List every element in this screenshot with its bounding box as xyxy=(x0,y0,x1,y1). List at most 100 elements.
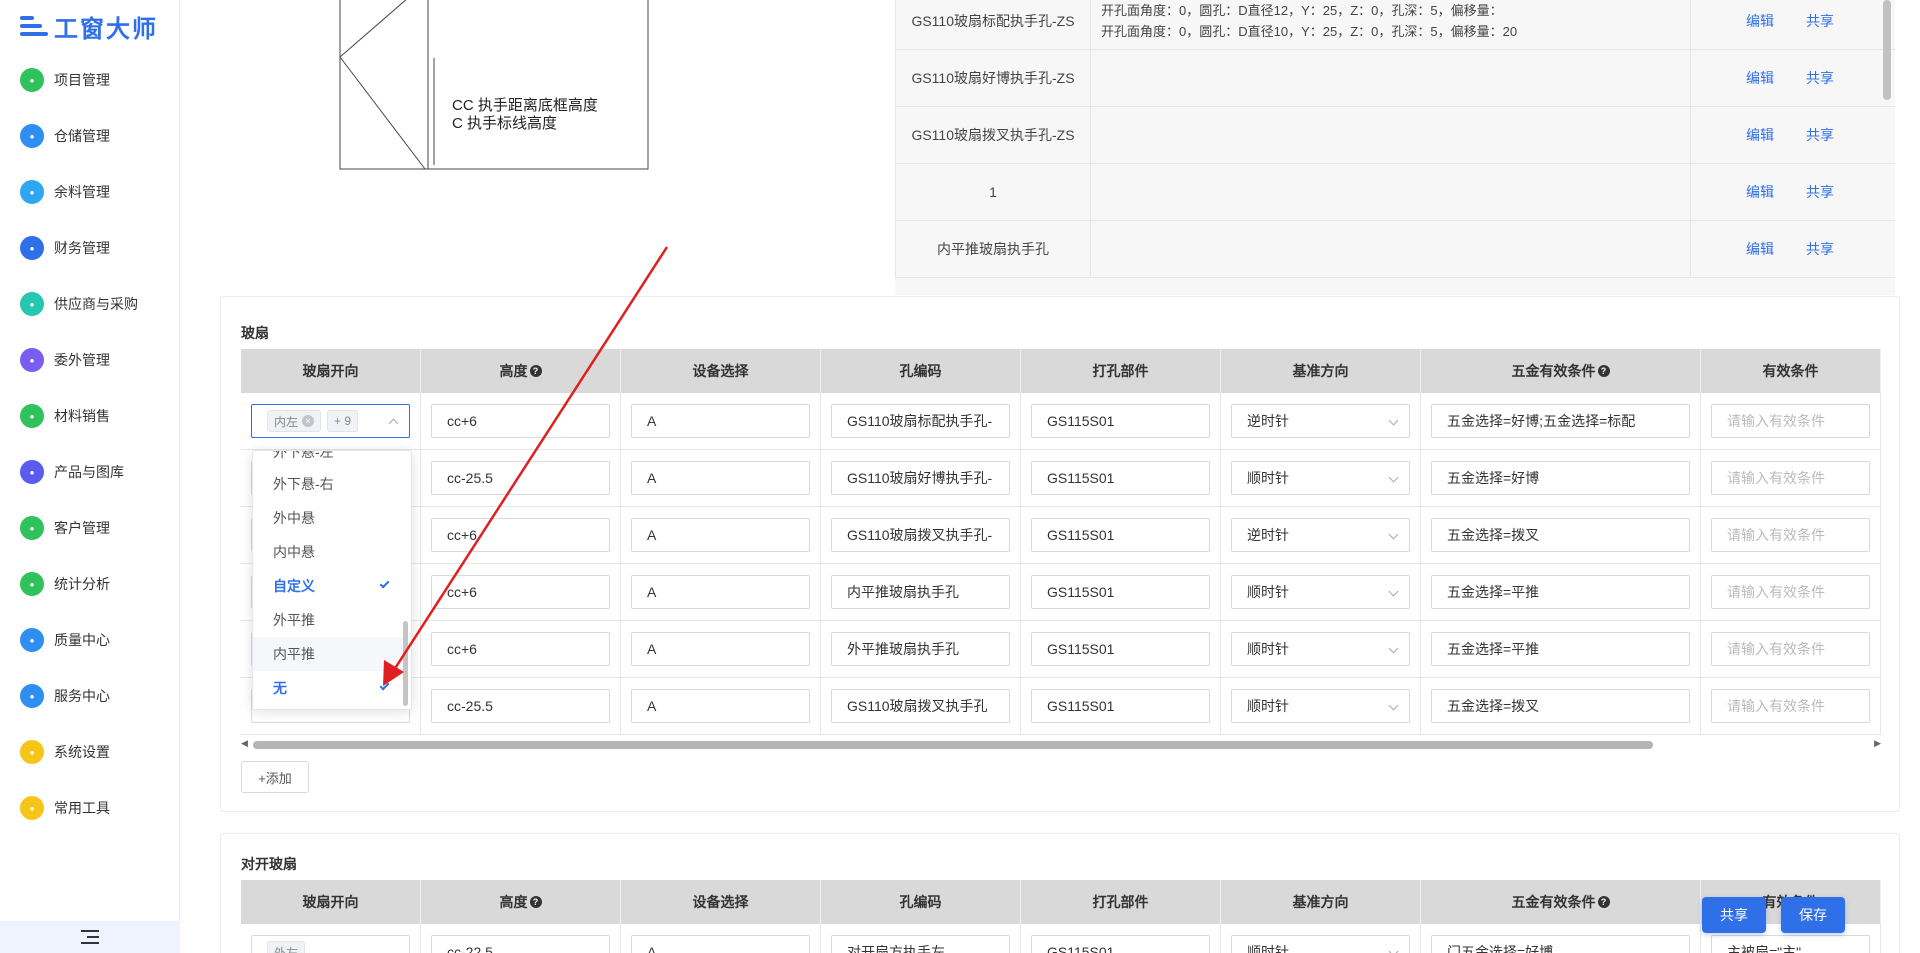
drill-part-input[interactable]: GS115S01 xyxy=(1031,404,1210,438)
save-button[interactable]: 保存 xyxy=(1781,897,1845,933)
device-input[interactable]: A xyxy=(631,689,810,723)
dropdown-option[interactable]: 无 xyxy=(253,671,403,705)
share-link[interactable]: 共享 xyxy=(1806,11,1834,31)
hole-code-input[interactable]: GS110玻扇标配执手孔- xyxy=(831,404,1010,438)
dropdown-option[interactable]: 外平推 xyxy=(253,603,403,637)
sash-direction-dropdown[interactable]: 外下悬-左 外下悬-右 外中悬 内中悬 自定义 外平推 内平推无 xyxy=(252,450,412,710)
height-input[interactable]: cc+6 xyxy=(431,518,610,552)
sidebar-item-project[interactable]: ● 项目管理 xyxy=(0,52,179,108)
hardware-condition-cell: 五金选择=平推 xyxy=(1421,564,1701,620)
valid-condition-input[interactable]: 请输入有效条件 xyxy=(1711,461,1870,495)
sidebar-item-supplier[interactable]: ● 供应商与采购 xyxy=(0,276,179,332)
height-input[interactable]: cc+6 xyxy=(431,404,610,438)
drill-part-input[interactable]: GS115S01 xyxy=(1031,461,1210,495)
sash-direction-select[interactable]: 内左 × + 9 xyxy=(251,404,410,438)
device-input[interactable]: A xyxy=(631,935,810,953)
sidebar-item-service[interactable]: ● 服务中心 xyxy=(0,668,179,724)
hardware-condition-input[interactable]: 五金选择=拨叉 xyxy=(1431,689,1690,723)
hardware-condition-input[interactable]: 五金选择=好博;五金选择=标配 xyxy=(1431,404,1690,438)
hole-code-input[interactable]: GS110玻扇拨叉执手孔- xyxy=(831,518,1010,552)
valid-condition-input[interactable]: 主被扇="主" xyxy=(1711,935,1870,953)
sidebar-item-finance[interactable]: ● 财务管理 xyxy=(0,220,179,276)
sidebar-item-outsource[interactable]: ● 委外管理 xyxy=(0,332,179,388)
valid-condition-input[interactable]: 请输入有效条件 xyxy=(1711,575,1870,609)
sidebar-item-statistics[interactable]: ● 统计分析 xyxy=(0,556,179,612)
hardware-condition-input[interactable]: 门五金选择=好博 xyxy=(1431,935,1690,953)
valid-condition-input[interactable]: 请输入有效条件 xyxy=(1711,689,1870,723)
hole-code-input[interactable]: 内平推玻扇执手孔 xyxy=(831,575,1010,609)
hardware-condition-input[interactable]: 五金选择=平推 xyxy=(1431,575,1690,609)
drill-part-input[interactable]: GS115S01 xyxy=(1031,518,1210,552)
help-icon[interactable]: ? xyxy=(529,896,542,908)
edit-link[interactable]: 编辑 xyxy=(1746,68,1774,88)
edit-link[interactable]: 编辑 xyxy=(1746,11,1774,31)
share-link[interactable]: 共享 xyxy=(1806,182,1834,202)
help-icon[interactable]: ? xyxy=(1597,896,1610,908)
dropdown-option[interactable]: 内中悬 xyxy=(253,535,403,569)
height-input[interactable]: cc-22.5 xyxy=(431,935,610,953)
edit-link[interactable]: 编辑 xyxy=(1746,239,1774,259)
table-row: GS110玻扇标配执手孔-ZS 开孔面角度：0，圆孔：D直径12，Y：25，Z：… xyxy=(895,0,1895,50)
sidebar-item-quality[interactable]: ● 质量中心 xyxy=(0,612,179,668)
drill-part-input[interactable]: GS115S01 xyxy=(1031,632,1210,666)
collapse-sidebar-button[interactable] xyxy=(0,921,180,953)
dropdown-option[interactable]: 外中悬 xyxy=(253,501,403,535)
height-input[interactable]: cc+6 xyxy=(431,575,610,609)
help-icon[interactable]: ? xyxy=(1597,365,1610,377)
drill-part-input[interactable]: GS115S01 xyxy=(1031,935,1210,953)
table-hscrollbar[interactable]: ◀ ▶ xyxy=(241,737,1881,751)
hole-code-input[interactable]: 对开扇方执手左 xyxy=(831,935,1010,953)
add-row-button[interactable]: +添加 xyxy=(241,761,309,793)
direction-select[interactable]: 顺时针 xyxy=(1231,461,1410,495)
device-input[interactable]: A xyxy=(631,518,810,552)
share-button[interactable]: 共享 xyxy=(1702,897,1766,933)
table-scrollbar[interactable] xyxy=(1883,0,1891,295)
device-input[interactable]: A xyxy=(631,404,810,438)
remove-tag-icon[interactable]: × xyxy=(302,415,315,427)
device-input[interactable]: A xyxy=(631,461,810,495)
share-link[interactable]: 共享 xyxy=(1806,239,1834,259)
height-input[interactable]: cc-25.5 xyxy=(431,689,610,723)
direction-select[interactable]: 逆时针 xyxy=(1231,518,1410,552)
share-link[interactable]: 共享 xyxy=(1806,125,1834,145)
drill-part-input[interactable]: GS115S01 xyxy=(1031,575,1210,609)
dropdown-option[interactable]: 自定义 xyxy=(253,569,403,603)
direction-select[interactable]: 顺时针 xyxy=(1231,575,1410,609)
sidebar-item-material-sale[interactable]: ● 材料销售 xyxy=(0,388,179,444)
direction-select[interactable]: 顺时针 xyxy=(1231,632,1410,666)
sidebar-item-settings[interactable]: ● 系统设置 xyxy=(0,724,179,780)
hardware-condition-input[interactable]: 五金选择=好博 xyxy=(1431,461,1690,495)
device-input[interactable]: A xyxy=(631,575,810,609)
hole-code-cell: GS110玻扇拨叉执手孔 xyxy=(821,678,1021,734)
hole-code-input[interactable]: GS110玻扇拨叉执手孔 xyxy=(831,689,1010,723)
edit-link[interactable]: 编辑 xyxy=(1746,182,1774,202)
valid-condition-input[interactable]: 请输入有效条件 xyxy=(1711,632,1870,666)
dropdown-scrollbar[interactable] xyxy=(403,621,408,706)
sidebar-item-tools[interactable]: ● 常用工具 xyxy=(0,780,179,836)
direction-select[interactable]: 顺时针 xyxy=(1231,689,1410,723)
sidebar-item-warehouse[interactable]: ● 仓储管理 xyxy=(0,108,179,164)
sidebar-item-customer[interactable]: ● 客户管理 xyxy=(0,500,179,556)
dropdown-option[interactable]: 外下悬-右 xyxy=(253,467,403,501)
direction-select[interactable]: 顺时针 xyxy=(1231,935,1410,953)
hole-list-table: GS110玻扇标配执手孔-ZS 开孔面角度：0，圆孔：D直径12，Y：25，Z：… xyxy=(895,0,1895,295)
height-input[interactable]: cc+6 xyxy=(431,632,610,666)
dropdown-option[interactable]: 内平推 xyxy=(253,637,403,671)
drill-part-input[interactable]: GS115S01 xyxy=(1031,689,1210,723)
edit-link[interactable]: 编辑 xyxy=(1746,125,1774,145)
sidebar-item-leftover[interactable]: ● 余料管理 xyxy=(0,164,179,220)
help-icon[interactable]: ? xyxy=(529,365,542,377)
valid-condition-input[interactable]: 请输入有效条件 xyxy=(1711,404,1870,438)
sidebar-item-product[interactable]: ● 产品与图库 xyxy=(0,444,179,500)
hardware-condition-input[interactable]: 五金选择=平推 xyxy=(1431,632,1690,666)
height-input[interactable]: cc-25.5 xyxy=(431,461,610,495)
sash-direction-select[interactable]: 外左 xyxy=(251,935,410,953)
direction-select[interactable]: 逆时针 xyxy=(1231,404,1410,438)
hole-code-input[interactable]: GS110玻扇好博执手孔- xyxy=(831,461,1010,495)
sidebar-item-label: 余料管理 xyxy=(54,184,110,200)
hardware-condition-input[interactable]: 五金选择=拨叉 xyxy=(1431,518,1690,552)
hole-code-input[interactable]: 外平推玻扇执手孔 xyxy=(831,632,1010,666)
valid-condition-input[interactable]: 请输入有效条件 xyxy=(1711,518,1870,552)
share-link[interactable]: 共享 xyxy=(1806,68,1834,88)
device-input[interactable]: A xyxy=(631,632,810,666)
